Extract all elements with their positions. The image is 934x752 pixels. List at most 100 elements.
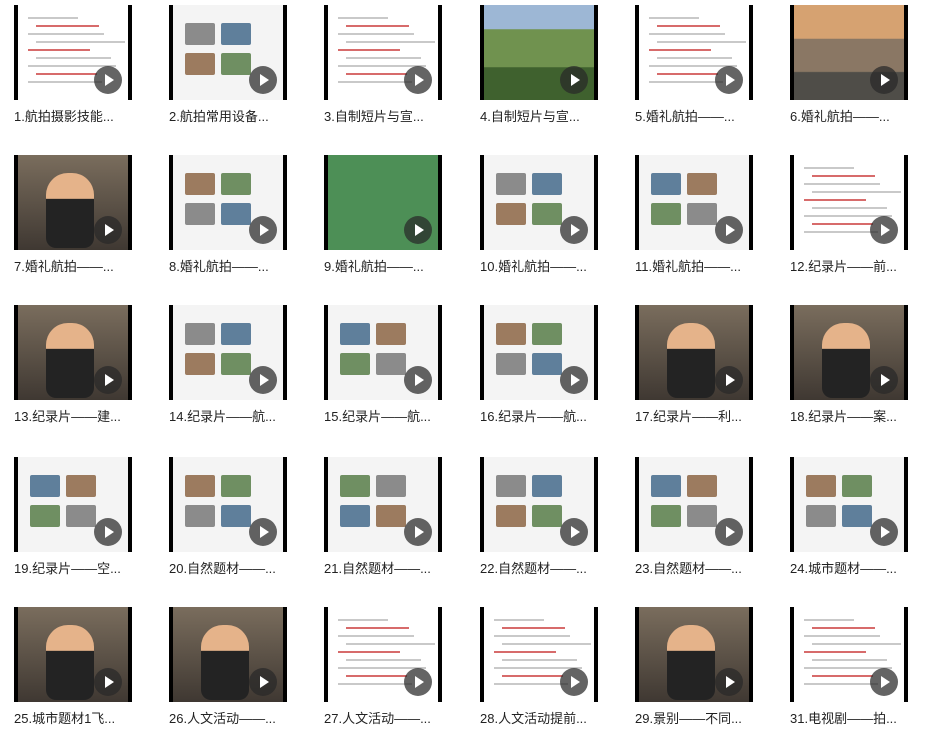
play-icon[interactable] — [249, 366, 277, 394]
video-title[interactable]: 1.航拍摄影技能... — [14, 106, 154, 125]
video-thumbnail[interactable] — [790, 305, 908, 400]
play-icon[interactable] — [404, 668, 432, 696]
video-title[interactable]: 3.自制短片与宣... — [324, 106, 464, 125]
play-icon[interactable] — [715, 216, 743, 244]
video-thumbnail[interactable] — [324, 457, 442, 552]
video-tile[interactable]: 8.婚礼航拍——... — [169, 155, 309, 300]
video-tile[interactable]: 4.自制短片与宣... — [480, 5, 620, 150]
video-thumbnail[interactable] — [169, 305, 287, 400]
play-icon[interactable] — [560, 216, 588, 244]
video-tile[interactable]: 18.纪录片——案... — [790, 305, 930, 450]
video-title[interactable]: 25.城市题材1飞... — [14, 708, 154, 727]
video-thumbnail[interactable] — [790, 457, 908, 552]
video-tile[interactable]: 25.城市题材1飞... — [14, 607, 154, 752]
video-tile[interactable]: 13.纪录片——建... — [14, 305, 154, 450]
play-icon[interactable] — [715, 668, 743, 696]
video-thumbnail[interactable] — [324, 155, 442, 250]
play-icon[interactable] — [404, 66, 432, 94]
video-tile[interactable]: 6.婚礼航拍——... — [790, 5, 930, 150]
video-thumbnail[interactable] — [324, 607, 442, 702]
video-title[interactable]: 16.纪录片——航... — [480, 406, 620, 425]
video-thumbnail[interactable] — [169, 607, 287, 702]
video-tile[interactable]: 11.婚礼航拍——... — [635, 155, 775, 300]
play-icon[interactable] — [560, 66, 588, 94]
video-tile[interactable]: 31.电视剧——拍... — [790, 607, 930, 752]
video-thumbnail[interactable] — [635, 155, 753, 250]
video-title[interactable]: 13.纪录片——建... — [14, 406, 154, 425]
video-title[interactable]: 11.婚礼航拍——... — [635, 256, 775, 275]
play-icon[interactable] — [560, 518, 588, 546]
video-title[interactable]: 10.婚礼航拍——... — [480, 256, 620, 275]
video-tile[interactable]: 26.人文活动——... — [169, 607, 309, 752]
video-thumbnail[interactable] — [480, 5, 598, 100]
video-tile[interactable]: 20.自然题材——... — [169, 457, 309, 602]
video-thumbnail[interactable] — [480, 457, 598, 552]
video-tile[interactable]: 3.自制短片与宣... — [324, 5, 464, 150]
video-tile[interactable]: 29.景别——不同... — [635, 607, 775, 752]
video-title[interactable]: 15.纪录片——航... — [324, 406, 464, 425]
video-thumbnail[interactable] — [324, 5, 442, 100]
video-title[interactable]: 24.城市题材——... — [790, 558, 930, 577]
video-title[interactable]: 31.电视剧——拍... — [790, 708, 930, 727]
play-icon[interactable] — [870, 668, 898, 696]
video-title[interactable]: 12.纪录片——前... — [790, 256, 930, 275]
video-tile[interactable]: 19.纪录片——空... — [14, 457, 154, 602]
play-icon[interactable] — [249, 216, 277, 244]
video-tile[interactable]: 1.航拍摄影技能... — [14, 5, 154, 150]
play-icon[interactable] — [560, 366, 588, 394]
video-tile[interactable]: 21.自然题材——... — [324, 457, 464, 602]
play-icon[interactable] — [715, 66, 743, 94]
video-title[interactable]: 8.婚礼航拍——... — [169, 256, 309, 275]
video-tile[interactable]: 17.纪录片——利... — [635, 305, 775, 450]
video-title[interactable]: 2.航拍常用设备... — [169, 106, 309, 125]
video-title[interactable]: 7.婚礼航拍——... — [14, 256, 154, 275]
play-icon[interactable] — [715, 518, 743, 546]
play-icon[interactable] — [404, 518, 432, 546]
video-tile[interactable]: 14.纪录片——航... — [169, 305, 309, 450]
play-icon[interactable] — [94, 518, 122, 546]
play-icon[interactable] — [249, 66, 277, 94]
play-icon[interactable] — [870, 366, 898, 394]
video-tile[interactable]: 7.婚礼航拍——... — [14, 155, 154, 300]
video-thumbnail[interactable] — [14, 305, 132, 400]
video-title[interactable]: 14.纪录片——航... — [169, 406, 309, 425]
play-icon[interactable] — [404, 366, 432, 394]
video-thumbnail[interactable] — [480, 305, 598, 400]
play-icon[interactable] — [94, 366, 122, 394]
play-icon[interactable] — [870, 216, 898, 244]
play-icon[interactable] — [94, 668, 122, 696]
play-icon[interactable] — [249, 518, 277, 546]
video-title[interactable]: 17.纪录片——利... — [635, 406, 775, 425]
video-tile[interactable]: 5.婚礼航拍——... — [635, 5, 775, 150]
video-tile[interactable]: 15.纪录片——航... — [324, 305, 464, 450]
video-thumbnail[interactable] — [790, 607, 908, 702]
video-thumbnail[interactable] — [169, 457, 287, 552]
video-thumbnail[interactable] — [790, 155, 908, 250]
video-tile[interactable]: 2.航拍常用设备... — [169, 5, 309, 150]
play-icon[interactable] — [870, 518, 898, 546]
video-tile[interactable]: 22.自然题材——... — [480, 457, 620, 602]
video-thumbnail[interactable] — [635, 305, 753, 400]
play-icon[interactable] — [404, 216, 432, 244]
video-thumbnail[interactable] — [169, 155, 287, 250]
video-thumbnail[interactable] — [14, 155, 132, 250]
video-thumbnail[interactable] — [14, 5, 132, 100]
video-thumbnail[interactable] — [14, 607, 132, 702]
video-tile[interactable]: 24.城市题材——... — [790, 457, 930, 602]
video-tile[interactable]: 10.婚礼航拍——... — [480, 155, 620, 300]
video-title[interactable]: 6.婚礼航拍——... — [790, 106, 930, 125]
video-title[interactable]: 28.人文活动提前... — [480, 708, 620, 727]
video-thumbnail[interactable] — [480, 155, 598, 250]
video-thumbnail[interactable] — [480, 607, 598, 702]
video-title[interactable]: 29.景别——不同... — [635, 708, 775, 727]
video-tile[interactable]: 16.纪录片——航... — [480, 305, 620, 450]
play-icon[interactable] — [249, 668, 277, 696]
video-thumbnail[interactable] — [635, 607, 753, 702]
play-icon[interactable] — [94, 216, 122, 244]
video-title[interactable]: 27.人文活动——... — [324, 708, 464, 727]
video-tile[interactable]: 9.婚礼航拍——... — [324, 155, 464, 300]
video-title[interactable]: 21.自然题材——... — [324, 558, 464, 577]
video-thumbnail[interactable] — [790, 5, 908, 100]
video-thumbnail[interactable] — [635, 5, 753, 100]
video-title[interactable]: 22.自然题材——... — [480, 558, 620, 577]
